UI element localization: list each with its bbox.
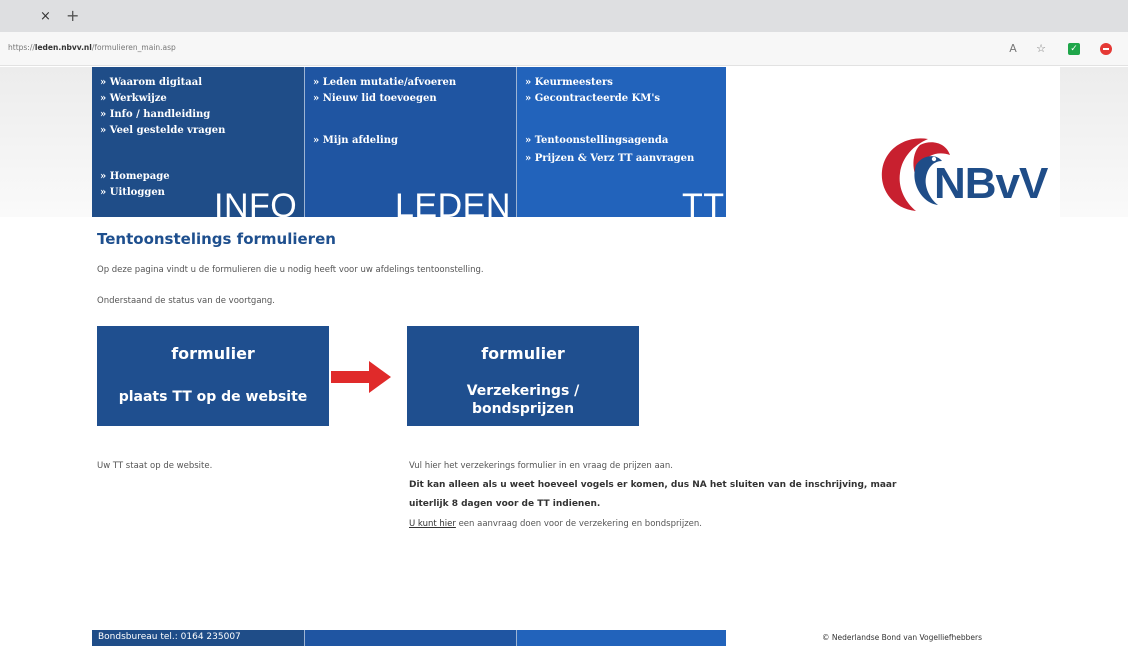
bold-note-line1: Dit kan alleen als u weet hoeveel vogels… [409,480,897,490]
nav-column-info: » Waarom digitaal » Werkwijze » Info / h… [92,67,304,217]
close-tab-icon[interactable]: × [40,9,51,24]
address-bar[interactable]: https://leden.nbvv.nl/formulieren_main.a… [0,32,1128,66]
form-box-website[interactable]: formulier plaats TT op de website [97,326,329,426]
nav-link-nieuw-lid[interactable]: » Nieuw lid toevoegen [313,93,437,104]
footer-block-3 [516,630,726,646]
progress-arrow-icon [331,361,391,393]
nav-link-werkwijze[interactable]: » Werkwijze [100,93,167,104]
nav-link-keurmeesters[interactable]: » Keurmeesters [525,77,613,88]
box2-sub-line1: Verzekerings / [466,383,580,399]
status-text: Onderstaand de status van de voortgang. [97,296,276,306]
nav-link-homepage[interactable]: » Homepage [100,171,170,182]
request-link[interactable]: U kunt hier [409,519,456,529]
right-note: Vul hier het verzekerings formulier in e… [409,461,673,471]
bold-note-line2: uiterlijk 8 dagen voor de TT indienen. [409,499,601,509]
nbvv-logo[interactable]: NBvV [876,125,1052,221]
box1-heading: formulier [171,344,255,363]
form-box-verzekering[interactable]: formulier Verzekerings / bondsprijzen [407,326,639,426]
page-side-right [1060,67,1128,217]
page-title: Tentoonstelings formulieren [97,230,336,248]
nav-column-leden: » Leden mutatie/afvoeren » Nieuw lid toe… [304,67,516,217]
nav-link-waarom-digitaal[interactable]: » Waarom digitaal [100,77,202,88]
page-side-left [0,67,92,217]
nav-big-info: INFO [214,187,298,217]
extension-check-icon[interactable]: ✓ [1068,43,1080,55]
nav-link-uitloggen[interactable]: » Uitloggen [100,187,165,198]
request-line-rest: een aanvraag doen voor de verzekering en… [455,519,702,529]
nav-big-tt: TT [682,187,725,217]
tab-bar: × + [0,0,1128,32]
footer-copyright: © Nederlandse Bond van Vogelliefhebbers [822,633,982,642]
nav-link-prijzen-verz[interactable]: » Prijzen & Verz TT aanvragen [525,153,694,164]
box1-sub: plaats TT op de website [118,389,308,405]
nav-big-leden: LEDEN [395,187,511,217]
new-tab-button[interactable]: + [66,6,79,25]
url-text[interactable]: https://leden.nbvv.nl/formulieren_main.a… [8,43,176,52]
intro-text: Op deze pagina vindt u de formulieren di… [97,265,484,275]
footer-block-2 [304,630,516,646]
logo-text: NBvV [934,159,1048,208]
read-aloud-icon[interactable]: A [1006,42,1020,56]
box2-heading: formulier [481,344,565,363]
nav-link-leden-mutatie[interactable]: » Leden mutatie/afvoeren [313,77,456,88]
box2-sub-line2: bondsprijzen [471,401,575,417]
nav-link-mijn-afdeling[interactable]: » Mijn afdeling [313,135,398,146]
favorites-icon[interactable]: ☆ [1034,42,1048,56]
request-line: U kunt hier een aanvraag doen voor de ve… [409,519,702,529]
nav-column-tt: » Keurmeesters » Gecontracteerde KM's » … [516,67,726,217]
nav-link-info-handleiding[interactable]: » Info / handleiding [100,109,210,120]
nav-link-gecontracteerde-km[interactable]: » Gecontracteerde KM's [525,93,660,104]
nav-link-tentoonstellingsagenda[interactable]: » Tentoonstellingsagenda [525,135,668,146]
nav-link-veel-gestelde-vragen[interactable]: » Veel gestelde vragen [100,125,225,136]
extension-block-icon[interactable] [1100,43,1112,55]
left-note: Uw TT staat op de website. [97,461,213,471]
footer-tel: Bondsbureau tel.: 0164 235007 [92,630,304,646]
